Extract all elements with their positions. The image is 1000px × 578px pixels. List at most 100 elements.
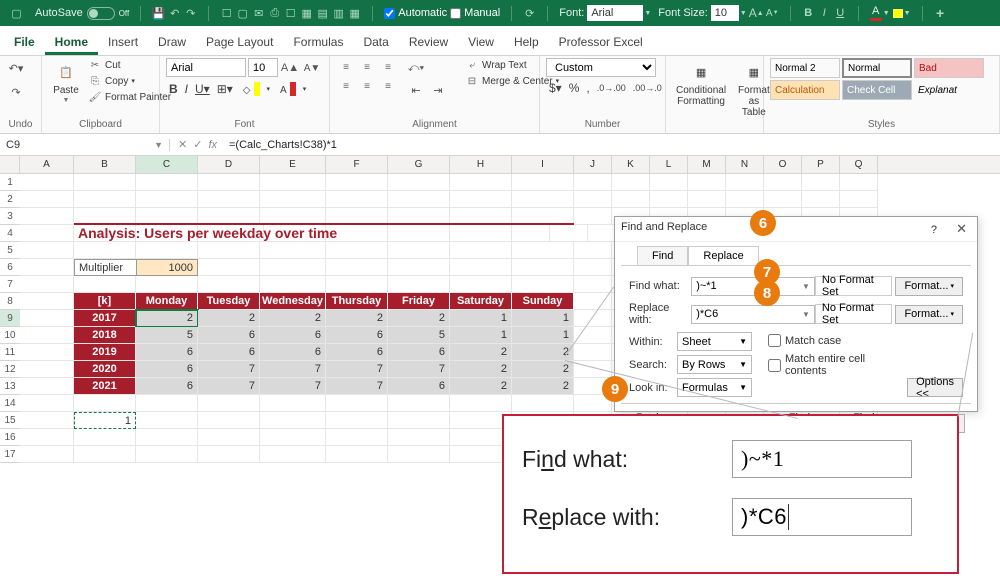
cell[interactable] — [198, 276, 260, 293]
cell[interactable] — [726, 174, 764, 191]
cell[interactable]: 2 — [512, 378, 574, 395]
cell[interactable] — [574, 259, 612, 276]
style-normal2[interactable]: Normal 2 — [770, 58, 840, 78]
column-header[interactable]: P — [802, 156, 840, 173]
pivot-icon[interactable]: ▦ — [348, 7, 361, 20]
row-header[interactable]: 9 — [0, 310, 20, 327]
cell[interactable] — [136, 174, 198, 191]
cell[interactable] — [512, 191, 574, 208]
cell[interactable] — [326, 429, 388, 446]
cell[interactable] — [198, 191, 260, 208]
cell[interactable]: 7 — [388, 361, 450, 378]
cell[interactable] — [574, 310, 612, 327]
column-header[interactable]: H — [450, 156, 512, 173]
automatic-checkbox[interactable]: Automatic — [384, 7, 447, 19]
cell[interactable]: 6 — [136, 344, 198, 361]
cell[interactable] — [726, 191, 764, 208]
cut-button[interactable]: ✂Cut — [88, 58, 171, 72]
row-header[interactable]: 3 — [0, 208, 20, 225]
cell[interactable] — [388, 412, 450, 429]
cell[interactable] — [388, 276, 450, 293]
row-header[interactable]: 4 — [0, 225, 20, 242]
cell[interactable] — [136, 395, 198, 412]
replace-with-input[interactable]: )*C6▼ — [691, 305, 815, 324]
cell[interactable] — [198, 259, 260, 276]
increase-decimal-icon[interactable]: .0→.00 — [594, 83, 629, 93]
cell[interactable]: Thursday — [326, 293, 388, 310]
cell[interactable] — [612, 191, 650, 208]
cell[interactable] — [136, 429, 198, 446]
row-header[interactable]: 12 — [0, 361, 20, 378]
cell[interactable]: 1 — [450, 310, 512, 327]
cell[interactable] — [20, 225, 74, 242]
cell[interactable]: 1 — [74, 412, 136, 429]
format-painter-button[interactable]: 🖌Format Painter — [88, 90, 171, 104]
cell[interactable] — [612, 174, 650, 191]
italic-icon[interactable]: I — [818, 7, 831, 20]
column-header[interactable]: A — [20, 156, 74, 173]
row-header[interactable]: 14 — [0, 395, 20, 412]
cell[interactable] — [450, 259, 512, 276]
cell[interactable] — [512, 259, 574, 276]
cell[interactable] — [840, 174, 878, 191]
cell[interactable]: 7 — [260, 378, 326, 395]
fill-color-button[interactable]: ◇ — [237, 82, 263, 96]
tab-draw[interactable]: Draw — [148, 29, 196, 55]
cell[interactable] — [326, 412, 388, 429]
cell[interactable] — [388, 191, 450, 208]
cell[interactable] — [260, 259, 326, 276]
column-header[interactable]: O — [764, 156, 802, 173]
cell[interactable] — [326, 259, 388, 276]
cell[interactable] — [650, 191, 688, 208]
row-header[interactable]: 8 — [0, 293, 20, 310]
cell[interactable]: Wednesday — [260, 293, 326, 310]
cell[interactable] — [388, 242, 450, 259]
open-icon[interactable]: ▢ — [236, 7, 249, 20]
cell[interactable] — [20, 276, 74, 293]
cell[interactable] — [326, 242, 388, 259]
orientation-icon[interactable]: ⤺▾ — [406, 58, 426, 78]
match-contents-checkbox[interactable]: Match entire cell contents — [768, 353, 875, 377]
cell[interactable] — [260, 412, 326, 429]
increase-indent-icon[interactable]: ⇥ — [428, 80, 448, 100]
column-header[interactable]: N — [726, 156, 764, 173]
underline-icon[interactable]: U — [834, 7, 847, 20]
cell[interactable] — [20, 174, 74, 191]
tab-data[interactable]: Data — [353, 29, 398, 55]
lookin-select[interactable]: Formulas▼ — [677, 378, 752, 397]
cell[interactable] — [450, 395, 512, 412]
decrease-font-icon[interactable]: A▼ — [302, 58, 322, 78]
font-size-select[interactable] — [248, 58, 278, 77]
conditional-formatting-button[interactable]: ▦ Conditional Formatting — [672, 58, 730, 109]
cell[interactable]: 6 — [326, 327, 388, 344]
underline-button[interactable]: U▾ — [192, 82, 213, 96]
cell[interactable] — [512, 225, 550, 242]
preview-icon[interactable]: ☐ — [284, 7, 297, 20]
cell[interactable]: 2 — [260, 310, 326, 327]
row-header[interactable]: 17 — [0, 446, 20, 463]
comma-icon[interactable]: , — [583, 81, 592, 95]
within-select[interactable]: Sheet▼ — [677, 332, 752, 351]
cell[interactable] — [574, 276, 612, 293]
tab-professor-excel[interactable]: Professor Excel — [549, 29, 653, 55]
cell[interactable]: 2 — [450, 344, 512, 361]
column-header[interactable]: J — [574, 156, 612, 173]
cell[interactable] — [326, 191, 388, 208]
cell[interactable] — [260, 446, 326, 463]
cell[interactable] — [198, 412, 260, 429]
column-header[interactable]: F — [326, 156, 388, 173]
fx-icon[interactable]: fx — [208, 139, 217, 151]
cell[interactable]: 2017 — [74, 310, 136, 327]
cell[interactable] — [20, 242, 74, 259]
cell[interactable]: 1 — [450, 327, 512, 344]
options-button[interactable]: Options << — [907, 378, 963, 397]
tab-home[interactable]: Home — [45, 29, 98, 55]
cell[interactable] — [450, 174, 512, 191]
select-all-corner[interactable] — [0, 156, 20, 173]
cell[interactable]: 1 — [512, 310, 574, 327]
cell[interactable] — [20, 293, 74, 310]
cell[interactable]: Tuesday — [198, 293, 260, 310]
cell[interactable]: 2021 — [74, 378, 136, 395]
tab-formulas[interactable]: Formulas — [283, 29, 353, 55]
style-bad[interactable]: Bad — [914, 58, 984, 78]
